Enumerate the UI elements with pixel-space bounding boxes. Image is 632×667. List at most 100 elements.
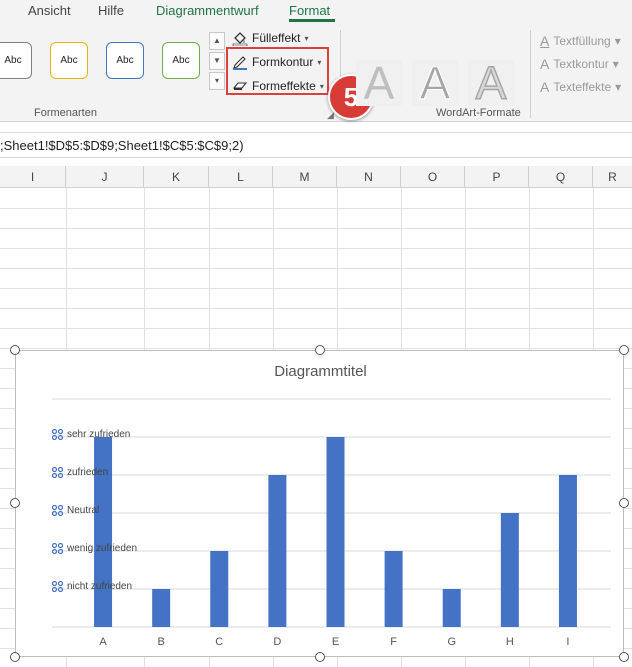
- y-axis-label[interactable]: zufrieden: [52, 467, 108, 478]
- x-tick-label: G: [447, 636, 456, 648]
- text-effects-label: Texteffekte: [553, 80, 612, 94]
- chart-bar[interactable]: [326, 437, 345, 627]
- column-header[interactable]: L: [209, 166, 273, 188]
- linked-shape-icon: [52, 543, 63, 554]
- wordart-style-2[interactable]: A: [412, 60, 458, 107]
- chart-bar[interactable]: [384, 551, 403, 627]
- linked-shape-icon: [52, 505, 63, 516]
- chart-bar[interactable]: [442, 589, 461, 627]
- chart-bar[interactable]: [152, 589, 171, 627]
- text-effects-button[interactable]: A Texteffekte ▾: [540, 79, 621, 95]
- shape-style-3[interactable]: Abc: [106, 42, 144, 79]
- shape-style-4[interactable]: Abc: [162, 42, 200, 79]
- text-outline-label: Textkontur: [553, 57, 609, 71]
- text-outline-button[interactable]: A Textkontur ▾: [540, 56, 619, 72]
- column-header[interactable]: K: [144, 166, 209, 188]
- tab-ansicht[interactable]: Ansicht: [28, 3, 71, 18]
- wordart-style-3[interactable]: A: [468, 59, 514, 107]
- linked-shape-icon: [52, 581, 63, 592]
- gallery-down-button[interactable]: ▼: [209, 52, 225, 70]
- group-label-formenarten: Formenarten: [34, 107, 97, 119]
- y-axis-label[interactable]: Neutral: [52, 505, 99, 516]
- x-tick-label: F: [390, 636, 397, 648]
- gallery-more-button[interactable]: ▾: [209, 72, 225, 90]
- ribbon-tabs: Ansicht Hilfe Diagrammentwurf Format: [0, 0, 632, 22]
- gallery-scroll: ▲ ▼ ▾: [209, 32, 225, 94]
- fill-label: Fülleffekt: [252, 31, 301, 45]
- resize-handle[interactable]: [315, 345, 325, 355]
- formula-text[interactable]: ;Sheet1!$D$5:$D$9;Sheet1!$C$5:$C$9;2): [0, 138, 244, 153]
- paint-bucket-icon: [232, 32, 248, 46]
- column-headers: I J K L M N O P Q R: [0, 166, 632, 188]
- grid-line: [0, 208, 632, 209]
- grid-line: [0, 248, 632, 249]
- group-label-wordart: WordArt-Formate: [436, 107, 521, 119]
- column-header[interactable]: O: [401, 166, 465, 188]
- resize-handle[interactable]: [619, 345, 629, 355]
- column-header[interactable]: J: [66, 166, 144, 188]
- linked-shape-icon: [52, 467, 63, 478]
- y-axis-label-text: nicht zufrieden: [67, 581, 133, 592]
- linked-shape-icon: [52, 429, 63, 440]
- text-outline-icon: A: [540, 56, 550, 72]
- tab-diagrammentwurf[interactable]: Diagrammentwurf: [156, 3, 259, 18]
- tab-format[interactable]: Format: [289, 3, 330, 18]
- x-tick-label: D: [273, 636, 281, 648]
- chart-bar[interactable]: [500, 513, 519, 627]
- grid-line: [0, 228, 632, 229]
- x-tick-label: A: [99, 636, 107, 648]
- highlight-frame: [226, 47, 329, 95]
- chart-bar[interactable]: [558, 475, 577, 627]
- chart-plot: A B C D E F G H I: [52, 398, 611, 648]
- x-tick-label: E: [332, 636, 339, 648]
- formula-bar[interactable]: ;Sheet1!$D$5:$D$9;Sheet1!$C$5:$C$9;2): [0, 132, 632, 158]
- y-axis-label-text: wenig zufrieden: [67, 543, 138, 554]
- grid-line: [0, 328, 632, 329]
- chart-bar[interactable]: [210, 551, 229, 627]
- resize-handle[interactable]: [619, 652, 629, 662]
- grid-line: [0, 288, 632, 289]
- resize-handle[interactable]: [10, 498, 20, 508]
- y-axis-label[interactable]: sehr zufrieden: [52, 429, 130, 440]
- text-effects-icon: A: [540, 79, 550, 95]
- chevron-down-icon: ▾: [615, 80, 622, 94]
- column-header[interactable]: Q: [529, 166, 593, 188]
- y-axis-label[interactable]: nicht zufrieden: [52, 581, 132, 592]
- gallery-up-button[interactable]: ▲: [209, 32, 225, 50]
- grid-line: [0, 308, 632, 309]
- ribbon: Abc Abc Abc Abc ▲ ▼ ▾ Formenarten ◢ Füll…: [0, 22, 632, 122]
- column-header[interactable]: M: [273, 166, 337, 188]
- y-axis-label-text: sehr zufrieden: [67, 429, 131, 440]
- x-tick-label: I: [566, 636, 569, 648]
- x-tick-label: C: [215, 636, 223, 648]
- y-axis-label[interactable]: wenig zufrieden: [52, 543, 137, 554]
- shape-style-2[interactable]: Abc: [50, 42, 88, 79]
- text-fill-icon: A: [540, 33, 550, 49]
- shape-style-1[interactable]: Abc: [0, 42, 32, 79]
- column-header[interactable]: R: [593, 166, 632, 188]
- chevron-down-icon: ▾: [304, 33, 309, 43]
- y-axis-label-text: Neutral: [67, 505, 100, 516]
- resize-handle[interactable]: [10, 652, 20, 662]
- x-tick-label: H: [506, 636, 514, 648]
- column-header[interactable]: P: [465, 166, 529, 188]
- chevron-down-icon: ▾: [614, 34, 621, 48]
- y-axis-label-text: zufrieden: [67, 467, 109, 478]
- text-fill-button[interactable]: A Textfüllung ▾: [540, 33, 621, 49]
- resize-handle[interactable]: [619, 498, 629, 508]
- grid-line: [0, 268, 632, 269]
- resize-handle[interactable]: [10, 345, 20, 355]
- x-tick-label: B: [157, 636, 164, 648]
- chart-bar[interactable]: [268, 475, 287, 627]
- text-fill-label: Textfüllung: [553, 34, 611, 48]
- column-header[interactable]: I: [0, 166, 66, 188]
- chevron-down-icon: ▾: [612, 57, 619, 71]
- wordart-style-1[interactable]: A: [356, 60, 402, 106]
- chart-bar[interactable]: [94, 437, 113, 627]
- column-header[interactable]: N: [337, 166, 401, 188]
- resize-handle[interactable]: [315, 652, 325, 662]
- tab-hilfe[interactable]: Hilfe: [98, 3, 124, 18]
- fill-button[interactable]: Fülleffekt ▾: [232, 28, 308, 48]
- group-divider: [530, 30, 531, 118]
- chart-area[interactable]: Diagrammtitel ABCDEFGHI nicht zufrieden w…: [15, 350, 624, 657]
